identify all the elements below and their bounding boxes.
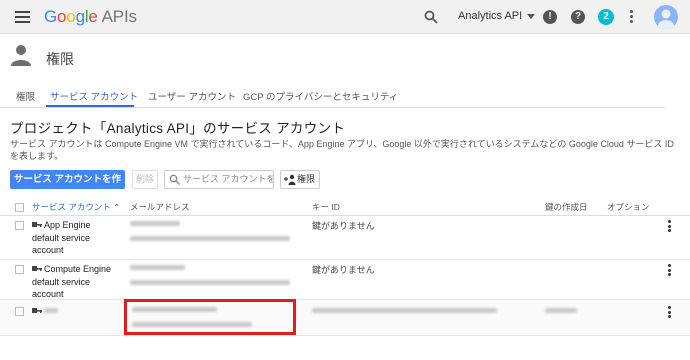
service-account-key-icon	[32, 308, 42, 313]
key-id-value: 鍵がありません	[312, 265, 375, 275]
service-account-name: Compute Engine default service account	[32, 263, 122, 301]
avatar[interactable]	[654, 5, 678, 29]
row-checkbox[interactable]	[15, 307, 24, 316]
person-icon	[11, 45, 31, 66]
service-account-name: App Engine default service account	[32, 219, 122, 257]
redacted-text	[130, 265, 185, 270]
tab-bar: 権限 サービス アカウント ユーザー アカウント GCP のプライバシーとセキュ…	[0, 86, 665, 108]
redacted-text	[130, 221, 180, 226]
more-vert-icon[interactable]	[668, 264, 672, 278]
tab-privacy-security[interactable]: GCP のプライバシーとセキュリティ	[243, 89, 398, 103]
table-row[interactable]	[0, 300, 690, 336]
service-account-key-icon	[32, 266, 42, 271]
column-header-key-created: 鍵の作成日	[545, 202, 588, 212]
table-header: サービス アカウント ⌃ メールアドレス キー ID 鍵の作成日 オプション	[0, 199, 690, 216]
permissions-button[interactable]: 権限	[280, 170, 320, 189]
name-line: default service	[32, 232, 91, 243]
tab-user-accounts[interactable]: ユーザー アカウント	[148, 89, 236, 103]
column-header-email: メールアドレス	[130, 202, 190, 212]
project-name: Analytics API	[458, 10, 523, 22]
column-header-label: サービス アカウント	[32, 202, 111, 212]
search-placeholder: サービス アカウントを	[183, 174, 274, 184]
logo-suffix: APIs	[101, 7, 137, 26]
table-row[interactable]: App Engine default service account 鍵がありま…	[0, 216, 690, 260]
name-line: account	[32, 245, 64, 255]
search-input[interactable]: サービス アカウントを	[164, 170, 274, 189]
notifications-badge[interactable]: 2	[598, 9, 614, 25]
help-icon[interactable]: ?	[571, 10, 585, 24]
description-text: サービス アカウントは Compute Engine VM で実行されているコー…	[10, 139, 674, 161]
google-apis-logo[interactable]: Google APIs	[44, 7, 137, 27]
redacted-key-created	[545, 308, 577, 313]
column-header-options: オプション	[607, 202, 650, 212]
key-id-value: 鍵がありません	[312, 221, 375, 231]
name-line: App Engine	[44, 220, 91, 230]
permissions-button-label: 権限	[297, 174, 316, 184]
feedback-icon[interactable]: !	[543, 10, 557, 24]
row-checkbox[interactable]	[15, 221, 24, 230]
redacted-text	[130, 280, 290, 285]
name-line: Compute Engine	[44, 264, 112, 274]
top-app-bar: Google APIs Analytics API ! ? 2	[0, 0, 690, 34]
create-service-account-button[interactable]: サービス アカウントを作成	[10, 170, 125, 204]
logo-letter: o	[57, 7, 67, 26]
account-icon	[658, 9, 674, 29]
name-line: account	[32, 289, 64, 299]
email-redacted	[130, 221, 290, 251]
page-title: 権限	[46, 51, 74, 67]
search-icon	[169, 174, 180, 185]
name-line: default service	[32, 276, 91, 287]
logo-letter: G	[44, 7, 58, 26]
table-row[interactable]: Compute Engine default service account 鍵…	[0, 260, 690, 300]
redacted-key-id	[312, 308, 497, 313]
row-checkbox[interactable]	[15, 265, 24, 274]
select-all-checkbox[interactable]	[15, 203, 24, 212]
chevron-down-icon	[527, 13, 536, 19]
project-selector[interactable]: Analytics API	[458, 10, 536, 22]
add-person-icon	[284, 174, 296, 185]
column-header-key-id: キー ID	[312, 202, 340, 212]
active-tab-indicator	[46, 105, 134, 107]
logo-letter: o	[66, 7, 76, 26]
tab-permissions[interactable]: 権限	[16, 89, 35, 103]
more-vert-icon[interactable]	[668, 220, 672, 234]
more-vert-icon[interactable]	[668, 306, 672, 320]
menu-icon[interactable]	[15, 11, 30, 23]
service-account-name	[32, 305, 122, 318]
redacted-text	[44, 308, 58, 313]
logo-letter: e	[88, 7, 98, 26]
column-header-service-account[interactable]: サービス アカウント ⌃	[32, 201, 120, 213]
tab-service-accounts[interactable]: サービス アカウント	[50, 89, 138, 103]
redacted-text	[130, 236, 290, 241]
section-heading: プロジェクト「Analytics API」のサービス アカウント	[10, 121, 346, 136]
delete-button[interactable]: 削除	[132, 170, 158, 189]
sort-up-icon: ⌃	[113, 202, 121, 212]
more-vert-icon[interactable]	[630, 10, 634, 24]
highlight-box	[124, 299, 296, 335]
logo-letter: g	[75, 7, 85, 26]
search-icon[interactable]	[424, 10, 438, 24]
email-redacted	[130, 265, 290, 295]
service-account-key-icon	[32, 222, 42, 227]
